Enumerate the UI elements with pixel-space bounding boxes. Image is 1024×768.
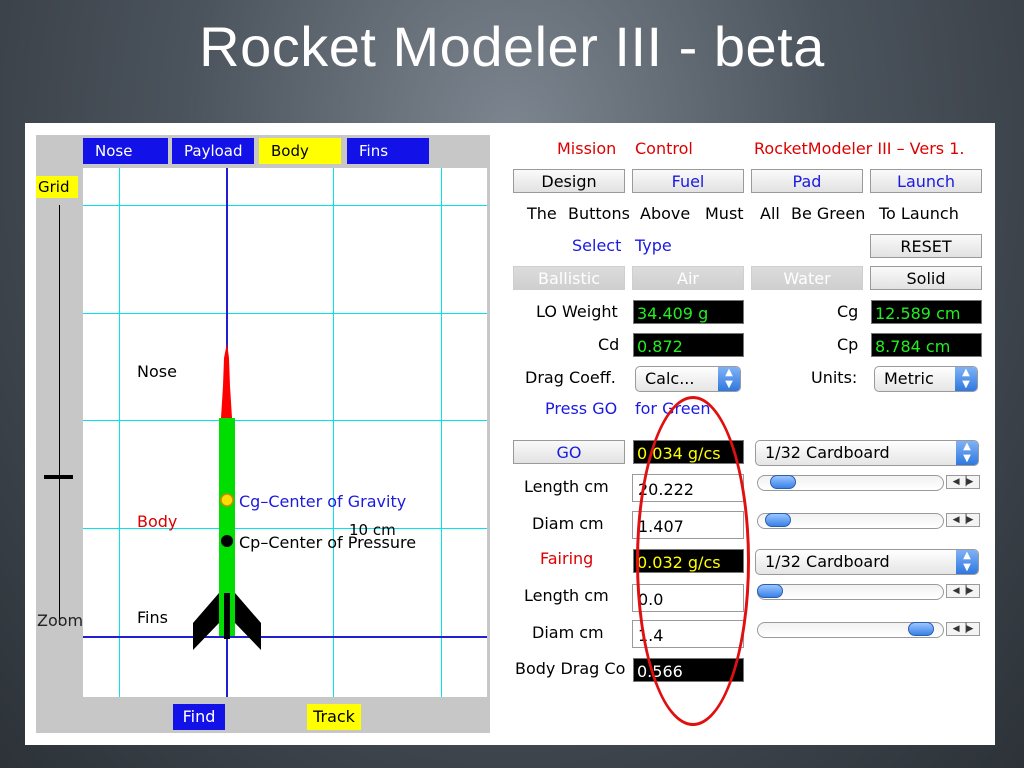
instruction-word: Above [640,204,691,223]
fairing-diam-label: Diam cm [532,623,604,642]
drag-coeff-select[interactable]: Calc... ▲ ▼ [635,366,741,392]
solid-button[interactable]: Solid [870,266,982,290]
up-down-arrows-icon: ▲ ▼ [955,367,977,391]
fairing-label: Fairing [540,549,594,568]
cd-display: 0.872 [633,333,744,357]
water-button[interactable]: Water [751,266,863,290]
cd-label: Cd [598,335,620,354]
step-arrows-icon[interactable]: ◀▕▶ [946,475,980,489]
instruction-word: Buttons [568,204,630,223]
units-label: Units: [811,368,858,387]
cg-marker [220,493,234,507]
up-down-arrows-icon: ▲ ▼ [956,550,978,574]
instruction-word: To Launch [879,204,959,223]
body-length-label: Length cm [524,477,609,496]
fuel-button[interactable]: Fuel [632,169,744,193]
units-select-value: Metric [884,369,934,388]
step-arrows-icon[interactable]: ◀▕▶ [946,622,980,636]
tab-body[interactable]: Body [259,138,341,164]
find-button[interactable]: Find [173,704,225,730]
rocket-fin-center [224,593,230,639]
slide-title: Rocket Modeler III - beta [199,15,825,78]
body-material-select-value: 1/32 Cardboard [765,443,890,462]
step-arrows-icon[interactable]: ◀▕▶ [946,584,980,598]
grid-toggle-button[interactable]: Grid [36,176,78,198]
instruction-word: All [760,204,780,223]
mission-label: Mission [557,139,617,158]
pad-button[interactable]: Pad [751,169,863,193]
slider-track [757,584,944,600]
tab-fins[interactable]: Fins [347,138,429,164]
fairing-length-slider[interactable]: ◀▕▶ [757,582,982,600]
cg-legend: Cg–Center of Gravity [239,492,407,511]
zoom-slider-thumb[interactable] [44,475,73,479]
ballistic-button[interactable]: Ballistic [513,266,625,290]
rocket-fin-left [193,593,219,650]
rocket-canvas[interactable]: Nose Body Fins Cg–Center of Gravity Cp–C… [83,168,487,697]
units-select[interactable]: Metric ▲ ▼ [874,366,978,392]
tab-nose[interactable]: Nose [83,138,168,164]
press-go-label: Press GO [545,399,618,418]
zoom-slider-track[interactable] [59,205,60,625]
body-part-label: Body [137,512,178,531]
design-button[interactable]: Design [513,169,625,193]
rocket-nose [221,343,232,418]
lo-weight-label: LO Weight [536,302,618,321]
up-down-arrows-icon: ▲ ▼ [956,441,978,465]
cp-label: Cp [837,335,859,354]
scale-label: 10 cm [349,521,396,539]
body-drag-label: Body Drag Co [515,659,626,678]
version-label: RocketModeler III – Vers 1. [754,139,965,158]
rocket-fin-right [235,593,261,650]
instruction-word: The [527,204,557,223]
fairing-length-label: Length cm [524,586,609,605]
drag-coeff-label: Drag Coeff. [525,368,616,387]
zoom-label: Zoom [37,611,84,630]
instruction-word: Must [705,204,744,223]
track-button[interactable]: Track [307,704,361,730]
launch-button[interactable]: Launch [870,169,982,193]
cp-marker [221,535,233,547]
fins-part-label: Fins [137,608,168,627]
type-label: Type [635,236,672,255]
nose-part-label: Nose [137,362,177,381]
slider-thumb[interactable] [757,584,783,598]
instruction-word: Be Green [791,204,866,223]
applet-panel: Nose Payload Body Fins Grid Zoom Nose Bo… [25,123,995,745]
reset-button[interactable]: RESET [870,234,982,258]
up-down-arrows-icon: ▲ ▼ [718,367,740,391]
slider-thumb[interactable] [908,622,934,636]
body-diam-slider[interactable]: ◀▕▶ [757,511,982,529]
slider-thumb[interactable] [765,513,791,527]
fairing-material-select-value: 1/32 Cardboard [765,552,890,571]
step-arrows-icon[interactable]: ◀▕▶ [946,513,980,527]
air-button[interactable]: Air [632,266,744,290]
body-material-select[interactable]: 1/32 Cardboard ▲ ▼ [755,440,979,466]
go-button[interactable]: GO [513,440,625,464]
cg-display: 12.589 cm [871,300,982,324]
lo-weight-display: 34.409 g [633,300,744,324]
select-label: Select [572,236,622,255]
slider-thumb[interactable] [770,475,796,489]
cg-label: Cg [837,302,859,321]
body-diam-label: Diam cm [532,514,604,533]
cp-display: 8.784 cm [871,333,982,357]
fairing-diam-slider[interactable]: ◀▕▶ [757,620,982,638]
control-label: Control [635,139,693,158]
drag-coeff-select-value: Calc... [645,369,695,388]
tab-payload[interactable]: Payload [172,138,254,164]
highlight-ellipse [636,396,750,726]
fairing-material-select[interactable]: 1/32 Cardboard ▲ ▼ [755,549,979,575]
body-length-slider[interactable]: ◀▕▶ [757,473,982,491]
